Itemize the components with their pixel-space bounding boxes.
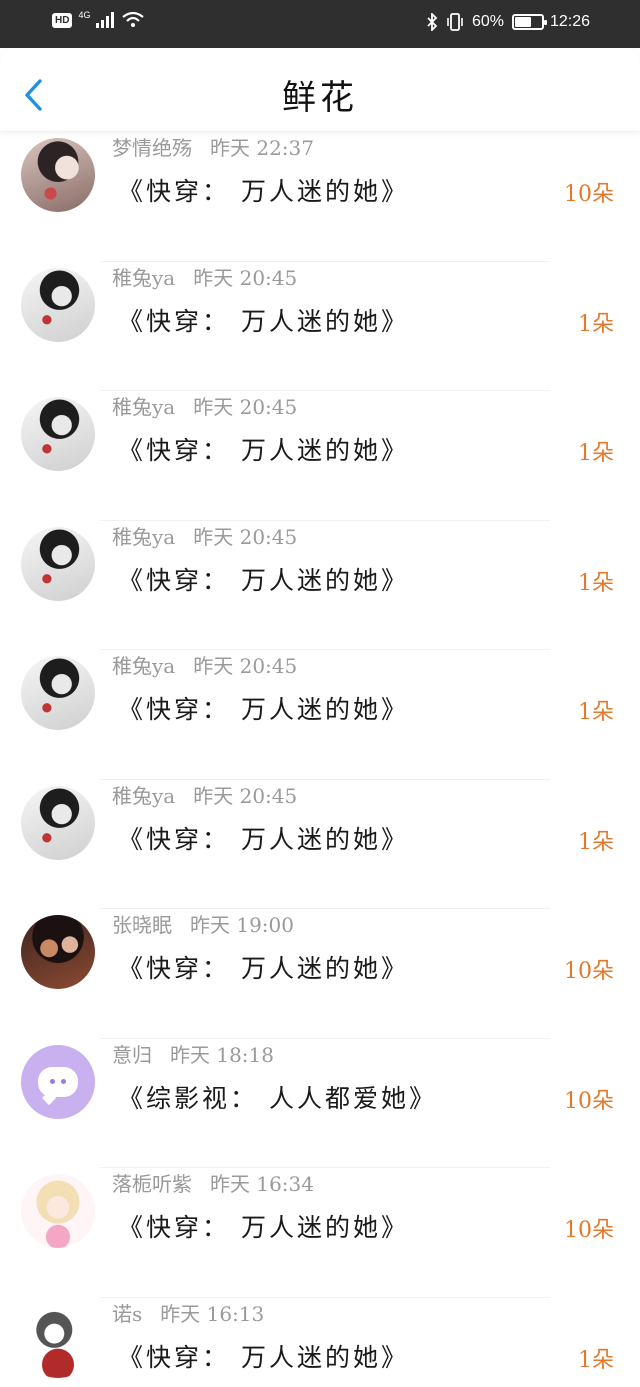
flower-list: 梦情绝殇 昨天 22:37 《快穿： 万人迷的她》 10朵 稚兔ya 昨天 20:45 《快… <box>0 132 640 1387</box>
status-right: 60% <box>426 13 547 31</box>
book-title[interactable]: 《快穿： 万人迷的她》 <box>118 1208 409 1244</box>
list-item[interactable]: 诺s 昨天 16:13 《快穿： 万人迷的她》 1朵 <box>0 1298 640 1387</box>
flower-amount: 1朵 <box>578 1347 614 1373</box>
avatar[interactable] <box>21 785 95 860</box>
list-item[interactable]: 稚兔ya 昨天 20:45 《快穿： 万人迷的她》 1朵 <box>0 391 640 521</box>
timestamp: 昨天 16:13 <box>160 1301 265 1326</box>
flower-amount: 10朵 <box>564 182 614 207</box>
item-meta: 稚兔ya 昨天 20:45 <box>112 391 297 420</box>
status-bar: HD 4G 60% 12:26 <box>0 0 640 48</box>
flower-amount: 10朵 <box>564 959 614 984</box>
item-meta: 意归 昨天 18:18 <box>112 1039 274 1068</box>
flower-amount: 1朵 <box>578 311 614 337</box>
username[interactable]: 稚兔ya <box>112 525 175 549</box>
username[interactable]: 梦情绝殇 <box>112 136 192 160</box>
username[interactable]: 诺s <box>112 1302 142 1326</box>
list-item[interactable]: 稚兔ya 昨天 20:45 《快穿： 万人迷的她》 1朵 <box>0 780 640 909</box>
signal-icon <box>96 12 115 28</box>
list-item[interactable]: 意归 昨天 18:18 《综影视： 人人都爱她》 10朵 <box>0 1039 640 1168</box>
timestamp: 昨天 20:45 <box>193 783 298 808</box>
list-item[interactable]: 稚兔ya 昨天 20:45 《快穿： 万人迷的她》 1朵 <box>0 521 640 650</box>
timestamp: 昨天 20:45 <box>193 654 298 678</box>
item-meta: 稚兔ya 昨天 20:45 <box>112 521 297 550</box>
wifi-icon <box>122 12 145 27</box>
book-title[interactable]: 《快穿： 万人迷的她》 <box>118 302 409 338</box>
avatar[interactable] <box>21 138 95 212</box>
flower-amount: 1朵 <box>578 829 614 855</box>
item-meta: 稚兔ya 昨天 20:45 <box>112 262 297 291</box>
list-item[interactable]: 稚兔ya 昨天 20:45 《快穿： 万人迷的她》 1朵 <box>0 650 640 780</box>
flower-amount: 1朵 <box>578 700 614 725</box>
username[interactable]: 稚兔ya <box>112 654 175 678</box>
network-type: 4G <box>78 10 91 20</box>
page-header: 鲜花 <box>0 48 640 132</box>
list-item[interactable]: 梦情绝殇 昨天 22:37 《快穿： 万人迷的她》 10朵 <box>0 132 640 262</box>
avatar[interactable] <box>21 267 95 342</box>
flower-amount: 1朵 <box>578 441 614 466</box>
timestamp: 昨天 18:18 <box>170 1042 274 1067</box>
item-meta: 稚兔ya 昨天 20:45 <box>112 780 297 809</box>
battery-percent: 60% <box>471 13 504 30</box>
item-meta: 稚兔ya 昨天 20:45 <box>112 650 297 679</box>
username[interactable]: 稚兔ya <box>112 784 175 808</box>
username[interactable]: 稚兔ya <box>112 266 175 290</box>
avatar[interactable] <box>21 1174 95 1248</box>
list-item[interactable]: 落栀听紫 昨天 16:34 《快穿： 万人迷的她》 10朵 <box>0 1168 640 1298</box>
timestamp: 昨天 19:00 <box>190 913 294 937</box>
timestamp: 昨天 20:45 <box>193 265 298 290</box>
username[interactable]: 意归 <box>112 1043 152 1067</box>
list-item[interactable]: 张晓眠 昨天 19:00 《快穿： 万人迷的她》 10朵 <box>0 909 640 1039</box>
flower-amount: 10朵 <box>564 1088 614 1114</box>
item-meta: 落栀听紫 昨天 16:34 <box>112 1168 314 1197</box>
avatar[interactable] <box>21 1303 95 1378</box>
timestamp: 昨天 20:45 <box>193 395 298 419</box>
status-left: HD 4G <box>52 10 145 28</box>
page-title: 鲜花 <box>282 78 358 118</box>
book-title[interactable]: 《快穿： 万人迷的她》 <box>118 949 409 985</box>
flower-amount: 10朵 <box>564 1218 614 1243</box>
avatar[interactable] <box>21 656 95 730</box>
avatar[interactable] <box>21 526 95 601</box>
vibrate-icon <box>447 13 463 31</box>
book-title[interactable]: 《快穿： 万人迷的她》 <box>118 561 409 597</box>
chat-bubble-icon <box>38 1066 78 1097</box>
hd-badge: HD <box>52 12 73 28</box>
battery-icon <box>512 14 547 30</box>
book-title[interactable]: 《快穿： 万人迷的她》 <box>118 172 409 208</box>
username[interactable]: 落栀听紫 <box>112 1172 192 1196</box>
book-title[interactable]: 《快穿： 万人迷的她》 <box>118 431 409 467</box>
username[interactable]: 稚兔ya <box>112 395 175 419</box>
avatar[interactable] <box>21 1044 95 1119</box>
list-item[interactable]: 稚兔ya 昨天 20:45 《快穿： 万人迷的她》 1朵 <box>0 262 640 391</box>
avatar[interactable] <box>21 915 95 989</box>
book-title[interactable]: 《快穿： 万人迷的她》 <box>118 690 409 726</box>
bluetooth-icon <box>427 13 438 31</box>
timestamp: 昨天 22:37 <box>210 136 314 160</box>
clock: 12:26 <box>549 13 590 30</box>
book-title[interactable]: 《快穿： 万人迷的她》 <box>118 1338 409 1374</box>
book-title[interactable]: 《综影视： 人人都爱她》 <box>118 1079 437 1115</box>
timestamp: 昨天 16:34 <box>210 1172 314 1196</box>
book-title[interactable]: 《快穿： 万人迷的她》 <box>118 820 409 856</box>
item-meta: 梦情绝殇 昨天 22:37 <box>112 132 314 161</box>
timestamp: 昨天 20:45 <box>193 524 298 549</box>
avatar[interactable] <box>21 397 95 471</box>
username[interactable]: 张晓眠 <box>112 913 172 937</box>
item-meta: 诺s 昨天 16:13 <box>112 1298 264 1327</box>
flower-amount: 1朵 <box>578 570 614 596</box>
item-meta: 张晓眠 昨天 19:00 <box>112 909 294 938</box>
battery-level <box>515 17 531 27</box>
